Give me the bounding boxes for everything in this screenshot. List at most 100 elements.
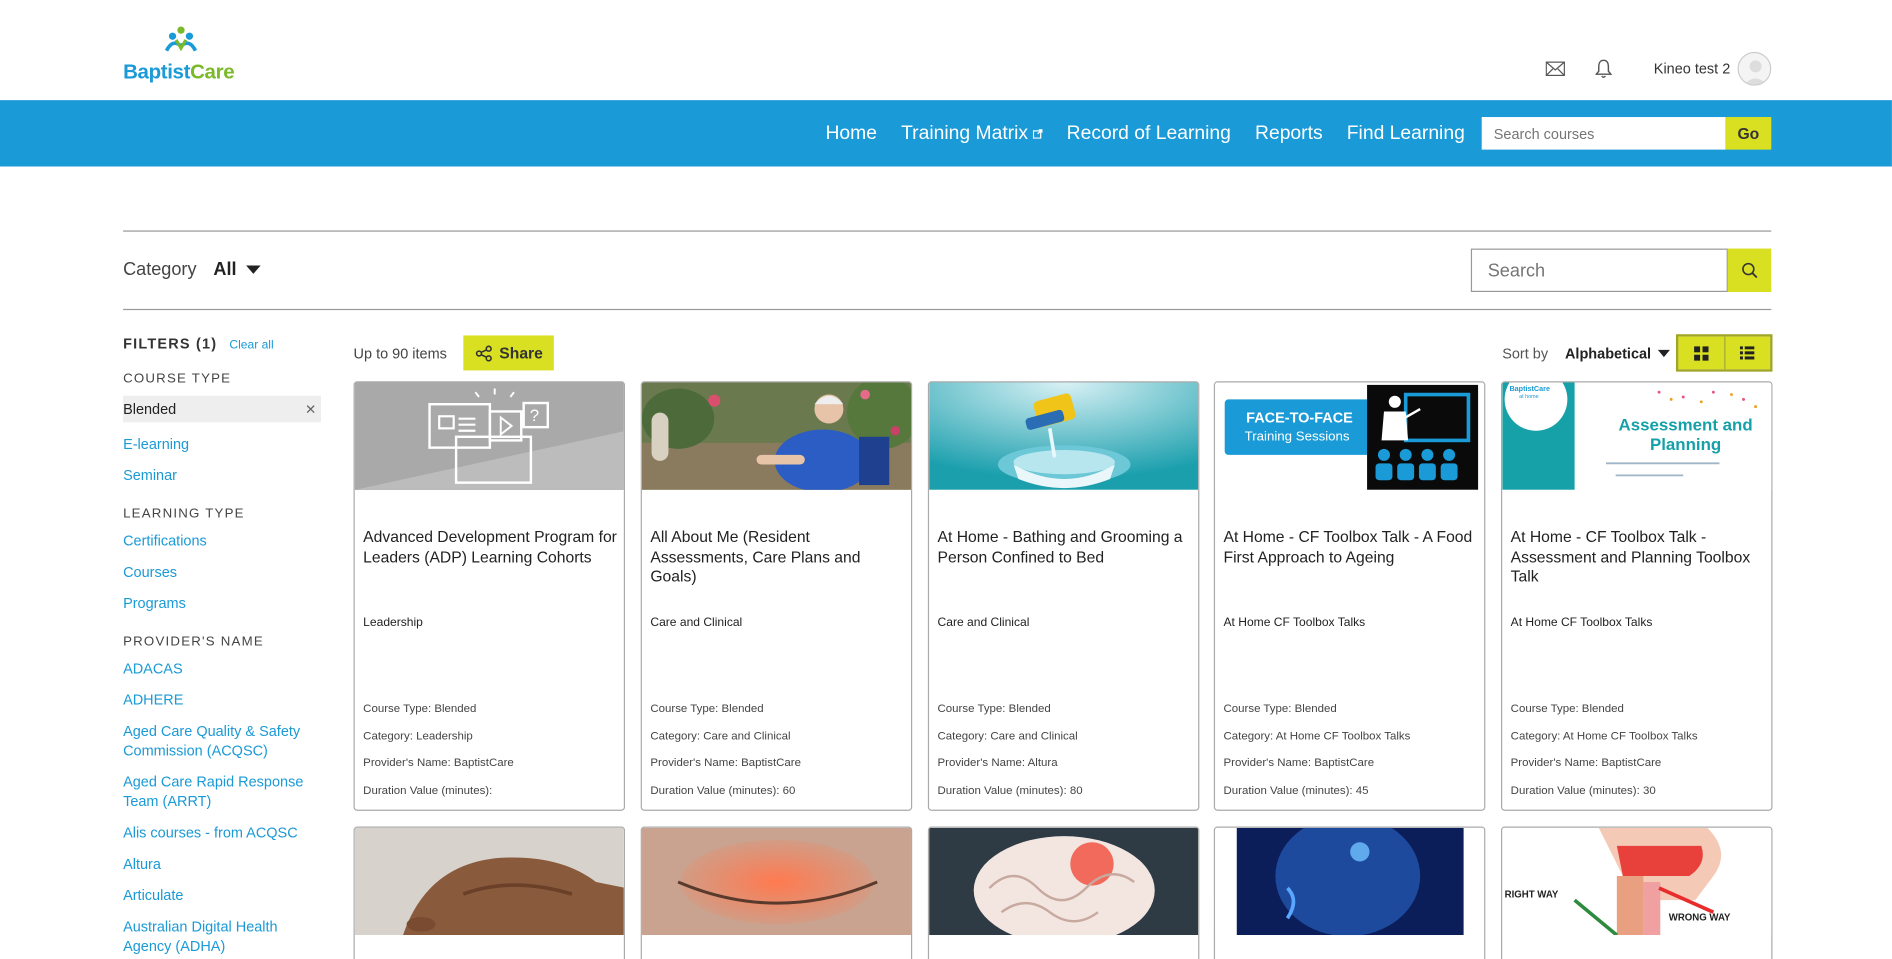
course-duration: Duration Value (minutes): 45 [1223, 784, 1369, 798]
grid-view-button[interactable] [1678, 336, 1724, 370]
course-title[interactable]: Advanced Development Program for Leaders… [363, 527, 619, 567]
assessment-planning-icon: BaptistCare at home Assessment and Plann… [1502, 382, 1772, 490]
nav-training-matrix[interactable]: Training Matrix [901, 122, 1043, 144]
external-link-icon [1032, 128, 1043, 139]
course-title[interactable]: At Home - Bathing and Grooming a Person … [938, 527, 1194, 567]
sponge-water-icon [929, 382, 1199, 490]
avatar[interactable] [1737, 51, 1772, 86]
nav-find-learning[interactable]: Find Learning [1347, 122, 1465, 144]
filter-e-learning[interactable]: E-learning [123, 434, 326, 453]
filter-provider[interactable]: Aged Care Quality & Safety Commission (A… [123, 722, 326, 761]
course-card[interactable] [927, 826, 1200, 959]
clear-all-link[interactable]: Clear all [229, 339, 273, 352]
filter-provider[interactable]: Aged Care Rapid Response Team (ARRT) [123, 772, 326, 811]
course-meta: Course Type: Blended Category: Care and … [938, 696, 1083, 806]
course-title[interactable]: At Home - CF Toolbox Talk - A Food First… [1223, 527, 1479, 567]
user-name[interactable]: Kineo test 2 [1654, 60, 1730, 77]
go-button[interactable]: Go [1725, 117, 1772, 150]
course-card[interactable]: BaptistCare at home Assessment and Plann… [1501, 381, 1773, 811]
filter-courses[interactable]: Courses [123, 562, 326, 581]
course-thumbnail: RIGHT WAY WRONG WAY [1502, 827, 1772, 936]
filter-seminar[interactable]: Seminar [123, 466, 326, 485]
nav-record-of-learning[interactable]: Record of Learning [1067, 122, 1231, 144]
course-title[interactable]: At Home - CF Toolbox Talk - Assessment a… [1511, 527, 1767, 587]
course-type: Course Type: Blended [650, 702, 764, 716]
course-category-meta: Category: Care and Clinical [937, 729, 1078, 743]
share-button[interactable]: Share [463, 335, 555, 371]
course-provider: Provider's Name: BaptistCare [1223, 757, 1375, 771]
grid-icon [1693, 345, 1709, 361]
course-duration: Duration Value (minutes): [363, 784, 493, 798]
course-provider: Provider's Name: BaptistCare [363, 757, 514, 771]
course-title[interactable]: All About Me (Resident Assessments, Care… [650, 527, 906, 587]
course-card[interactable]: All About Me (Resident Assessments, Care… [640, 381, 913, 811]
course-category-meta: Category: Leadership [363, 729, 473, 743]
caret-down-icon[interactable] [246, 265, 261, 274]
filter-provider[interactable]: Articulate [123, 886, 326, 905]
baptistcare-logo[interactable]: BaptistCare [123, 24, 244, 84]
course-category: Care and Clinical [937, 616, 1030, 630]
sort-control[interactable]: Sort by Alphabetical [1502, 345, 1671, 362]
course-type: Course Type: Blended [1223, 702, 1337, 716]
filter-programs[interactable]: Programs [123, 594, 326, 613]
course-thumbnail [641, 382, 911, 490]
filter-provider[interactable]: Australian Digital Health Agency (ADHA) [123, 917, 326, 956]
provider-heading: PROVIDER'S NAME [123, 634, 264, 650]
results-toolbar: Up to 90 items Share [354, 335, 555, 371]
course-thumbnail [1215, 827, 1485, 936]
course-meta: Course Type: Blended Category: At Home C… [1511, 696, 1698, 806]
bell-icon[interactable] [1591, 57, 1615, 81]
mail-icon[interactable] [1543, 57, 1567, 81]
catalog-search-input[interactable] [1470, 248, 1728, 292]
filter-provider[interactable]: ADACAS [123, 659, 326, 678]
filters-title: FILTERS (1) [123, 335, 218, 353]
course-type: Course Type: Blended [1510, 702, 1624, 716]
course-category: At Home CF Toolbox Talks [1223, 616, 1366, 630]
sort-value[interactable]: Alphabetical [1565, 345, 1651, 362]
share-label: Share [499, 343, 543, 362]
course-card[interactable]: RIGHT WAY WRONG WAY [1501, 826, 1773, 959]
course-thumbnail [641, 827, 911, 936]
ap-line1: Assessment and [1619, 416, 1753, 435]
category-label: Category [123, 259, 197, 280]
course-duration: Duration Value (minutes): 60 [650, 784, 796, 798]
category-value[interactable]: All [213, 259, 236, 280]
right-way-label: RIGHT WAY [1505, 890, 1559, 901]
course-category: At Home CF Toolbox Talks [1510, 616, 1653, 630]
filters-heading: FILTERS (1) Clear all [123, 335, 326, 352]
course-card[interactable]: ? Advanced Development Program for Leade… [353, 381, 626, 811]
view-toggle [1675, 334, 1773, 372]
catalog-search-button[interactable] [1727, 248, 1772, 292]
user-avatar-icon [1744, 60, 1767, 85]
course-duration: Duration Value (minutes): 80 [937, 784, 1083, 798]
list-view-button[interactable] [1723, 336, 1771, 370]
nav-reports[interactable]: Reports [1255, 122, 1323, 144]
filter-provider[interactable]: ADHERE [123, 690, 326, 709]
f2f-line1: FACE-TO-FACE [1246, 410, 1353, 426]
caret-down-icon[interactable] [1658, 349, 1671, 358]
divider [123, 308, 1772, 311]
course-category: Leadership [363, 616, 423, 630]
course-card[interactable]: FACE-TO-FACE Training Sessions At Home -… [1213, 381, 1486, 811]
category-filter[interactable]: Category All [123, 259, 261, 280]
close-icon[interactable]: ✕ [305, 401, 316, 416]
filter-certifications[interactable]: Certifications [123, 531, 326, 550]
course-type: Course Type: Blended [363, 702, 477, 716]
course-card[interactable] [640, 826, 913, 959]
course-search-input[interactable] [1481, 117, 1726, 150]
user-toolbar: Kineo test 2 [1543, 51, 1772, 86]
filter-provider[interactable]: Altura [123, 854, 326, 873]
course-duration: Duration Value (minutes): 30 [1510, 784, 1656, 798]
course-category-meta: Category: At Home CF Toolbox Talks [1510, 729, 1698, 743]
nav-home[interactable]: Home [825, 122, 877, 144]
course-thumbnail [929, 382, 1199, 490]
active-filter-chip[interactable]: Blended ✕ [123, 395, 321, 423]
course-type-heading: COURSE TYPE [123, 371, 232, 387]
course-card[interactable]: At Home - Bathing and Grooming a Person … [927, 381, 1200, 811]
course-card[interactable] [353, 826, 626, 959]
filter-provider[interactable]: Alis courses - from ACQSC [123, 823, 326, 842]
ap-line2: Planning [1650, 435, 1721, 454]
course-card[interactable] [1213, 826, 1486, 959]
list-icon [1740, 346, 1755, 360]
course-meta: Course Type: Blended Category: At Home C… [1223, 696, 1410, 806]
